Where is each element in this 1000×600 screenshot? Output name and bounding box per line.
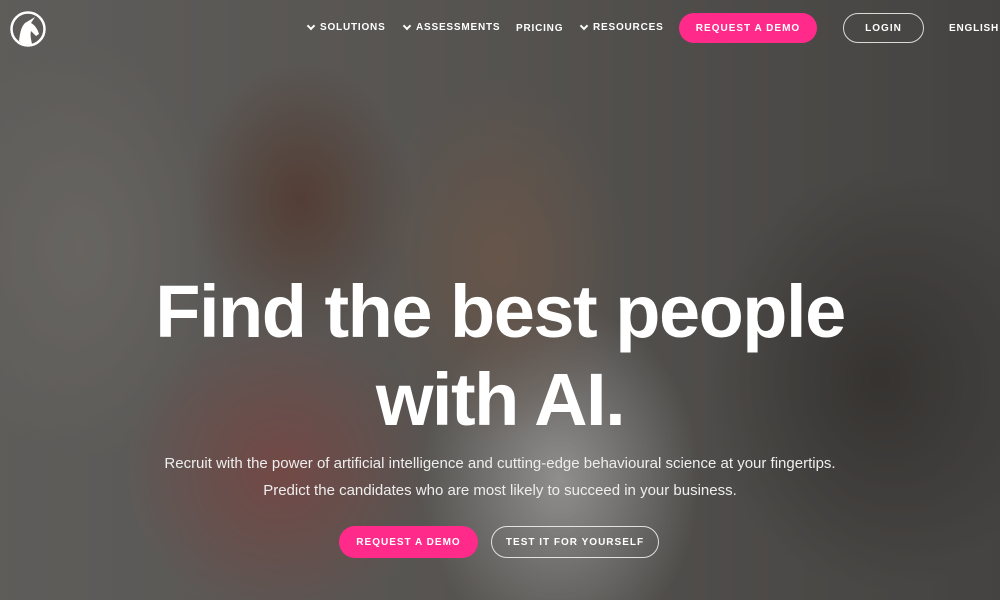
top-nav: SOLUTIONS ASSESSMENTS PRICING RESOURCES … [0, 0, 1000, 58]
hero-request-demo-button[interactable]: REQUEST A DEMO [339, 526, 478, 558]
nav-pricing[interactable]: PRICING [516, 23, 563, 34]
hero-subtitle-line-1: Recruit with the power of artificial int… [164, 455, 836, 472]
chevron-down-icon [579, 21, 589, 30]
nav-label: ASSESSMENTS [416, 22, 501, 33]
chevron-down-icon [402, 21, 412, 30]
language-label: ENGLISH [949, 23, 1000, 34]
hero-title: Find the best people with AI. [155, 270, 846, 441]
language-selector[interactable]: ENGLISH [949, 23, 999, 34]
nav-resources[interactable]: RESOURCES [579, 21, 664, 33]
chevron-down-icon [306, 21, 316, 30]
unicorn-logo-icon[interactable] [10, 11, 46, 47]
nav-label: PRICING [516, 23, 564, 34]
hero-subtitle-line-2: Predict the candidates who are most like… [263, 482, 737, 499]
test-it-yourself-button[interactable]: TEST IT FOR YOURSELF [491, 526, 659, 558]
nav-assessments[interactable]: ASSESSMENTS [402, 21, 501, 33]
nav-label: SOLUTIONS [320, 22, 386, 33]
login-button[interactable]: LOGIN [843, 13, 924, 43]
nav-solutions[interactable]: SOLUTIONS [306, 21, 386, 33]
nav-request-demo-button[interactable]: REQUEST A DEMO [679, 13, 817, 43]
nav-label: RESOURCES [593, 22, 664, 33]
